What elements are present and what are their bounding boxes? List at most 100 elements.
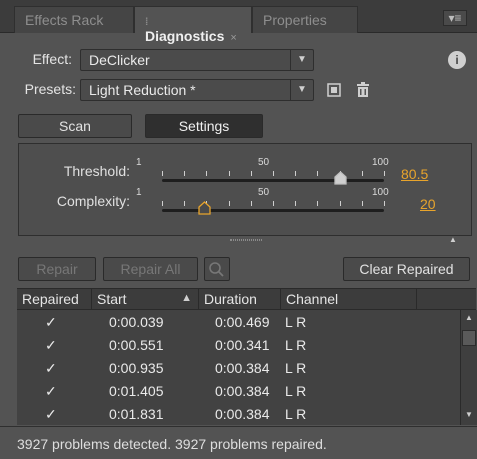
cell-start: 0:00.551	[109, 337, 164, 353]
magnifier-icon	[209, 262, 224, 277]
cell-duration: 0:00.384	[215, 383, 270, 399]
zoom-to-selection-button[interactable]	[204, 257, 230, 281]
slider-value[interactable]: 80.5	[401, 166, 428, 182]
slider-tick	[162, 171, 163, 176]
cell-channel: L R	[285, 406, 307, 422]
table-row[interactable]: ✓ 0:00.039 0:00.469 L R	[17, 310, 460, 333]
tick-label-min: 1	[136, 187, 142, 198]
repair-all-button[interactable]: Repair All	[103, 257, 198, 281]
slider-label: Threshold:	[63, 163, 130, 179]
info-icon[interactable]: i	[448, 51, 466, 69]
cell-start: 0:01.405	[109, 383, 164, 399]
column-header-repaired[interactable]: Repaired	[17, 289, 92, 311]
slider-tick	[384, 171, 385, 176]
cell-channel: L R	[285, 314, 307, 330]
slider-tick	[384, 201, 385, 206]
slider-tick	[184, 171, 185, 176]
delete-preset-icon[interactable]	[355, 81, 371, 98]
slider-tick	[229, 171, 230, 176]
tick-label-mid: 50	[258, 187, 270, 198]
slider-tick	[317, 201, 318, 206]
slider-tick	[251, 201, 252, 206]
cell-duration: 0:00.384	[215, 360, 270, 376]
slider-tick	[184, 201, 185, 206]
repaired-check-icon: ✓	[45, 314, 57, 330]
panel-splitter[interactable]: ▲	[0, 235, 477, 245]
slider-tick	[273, 171, 274, 176]
effect-label: Effect:	[32, 51, 72, 67]
close-icon[interactable]: ×	[230, 32, 236, 44]
settings-button[interactable]: Settings	[145, 114, 263, 138]
sort-ascending-icon: ▲	[181, 292, 192, 304]
panel-menu-icon[interactable]: ▾≡	[443, 10, 467, 26]
tick-label-min: 1	[136, 157, 142, 168]
slider-tick	[295, 171, 296, 176]
tab-effects-rack[interactable]: Effects Rack	[14, 6, 134, 33]
settings-panel	[18, 143, 472, 236]
slider-tick	[362, 201, 363, 206]
chevron-down-icon: ▼	[290, 50, 313, 70]
cell-start: 0:01.831	[109, 406, 164, 422]
table-row[interactable]: ✓ 0:01.831 0:00.384 L R	[17, 402, 460, 425]
slider-tick	[295, 201, 296, 206]
slider-tick	[229, 201, 230, 206]
column-header-channel[interactable]: Channel	[281, 289, 417, 311]
tab-label: Effects Rack	[25, 12, 104, 28]
table-row[interactable]: ✓ 0:01.405 0:00.384 L R	[17, 379, 460, 402]
effect-dropdown[interactable]: DeClicker ▼	[80, 49, 314, 71]
slider-track[interactable]	[162, 209, 384, 212]
tab-properties[interactable]: Properties	[252, 6, 358, 33]
slider-thumb[interactable]	[334, 171, 347, 188]
slider-tick	[317, 171, 318, 176]
slider-tick	[340, 201, 341, 206]
table-row[interactable]: ✓ 0:00.935 0:00.384 L R	[17, 356, 460, 379]
cell-channel: L R	[285, 383, 307, 399]
slider-tick	[162, 201, 163, 206]
problems-table-body: ✓ 0:00.039 0:00.469 L R ✓ 0:00.551 0:00.3…	[17, 310, 460, 425]
scroll-up-icon[interactable]: ▲	[465, 313, 473, 322]
slider-value[interactable]: 20	[420, 196, 436, 212]
tab-diagnostics[interactable]: ⁞Diagnostics ×	[134, 6, 252, 44]
slider-track[interactable]	[162, 179, 384, 182]
effect-value: DeClicker	[89, 52, 150, 68]
slider-tick	[206, 171, 207, 176]
cell-duration: 0:00.469	[215, 314, 270, 330]
table-row[interactable]: ✓ 0:00.551 0:00.341 L R	[17, 333, 460, 356]
slider-thumb[interactable]	[198, 201, 211, 218]
scan-button[interactable]: Scan	[18, 114, 132, 138]
cell-channel: L R	[285, 337, 307, 353]
vertical-scrollbar[interactable]: ▲ ▼	[460, 310, 477, 425]
grip-icon: ⁞	[145, 17, 149, 28]
scroll-down-icon[interactable]: ▼	[465, 410, 473, 419]
repaired-check-icon: ✓	[45, 383, 57, 399]
save-preset-icon[interactable]	[326, 82, 342, 98]
tick-label-max: 100	[372, 157, 389, 168]
tab-label: Properties	[263, 12, 327, 28]
collapse-up-icon[interactable]: ▲	[449, 235, 457, 244]
presets-dropdown[interactable]: Light Reduction * ▼	[80, 79, 314, 101]
column-header-start[interactable]: Start ▲	[92, 289, 199, 311]
splitter-grip	[230, 239, 262, 241]
cell-channel: L R	[285, 360, 307, 376]
repaired-check-icon: ✓	[45, 360, 57, 376]
tick-label-mid: 50	[258, 157, 270, 168]
preset-value: Light Reduction *	[89, 82, 196, 98]
presets-label: Presets:	[24, 81, 76, 97]
tick-label-max: 100	[372, 187, 389, 198]
cell-start: 0:00.039	[109, 314, 164, 330]
slider-label: Complexity:	[56, 193, 130, 209]
cell-duration: 0:00.341	[215, 337, 270, 353]
repair-button[interactable]: Repair	[18, 257, 96, 281]
slider-tick	[273, 201, 274, 206]
cell-duration: 0:00.384	[215, 406, 270, 422]
chevron-down-icon: ▼	[290, 80, 313, 100]
table-header: Repaired Start ▲ Duration Channel	[17, 288, 476, 311]
repaired-check-icon: ✓	[45, 337, 57, 353]
column-header-duration[interactable]: Duration	[199, 289, 281, 311]
clear-repaired-button[interactable]: Clear Repaired	[343, 257, 470, 281]
scrollbar-thumb[interactable]	[462, 330, 476, 346]
cell-start: 0:00.935	[109, 360, 164, 376]
panel-tab-bar: Effects Rack ⁞Diagnostics × Properties ▾≡	[0, 0, 477, 44]
slider-tick	[251, 171, 252, 176]
repaired-check-icon: ✓	[45, 406, 57, 422]
